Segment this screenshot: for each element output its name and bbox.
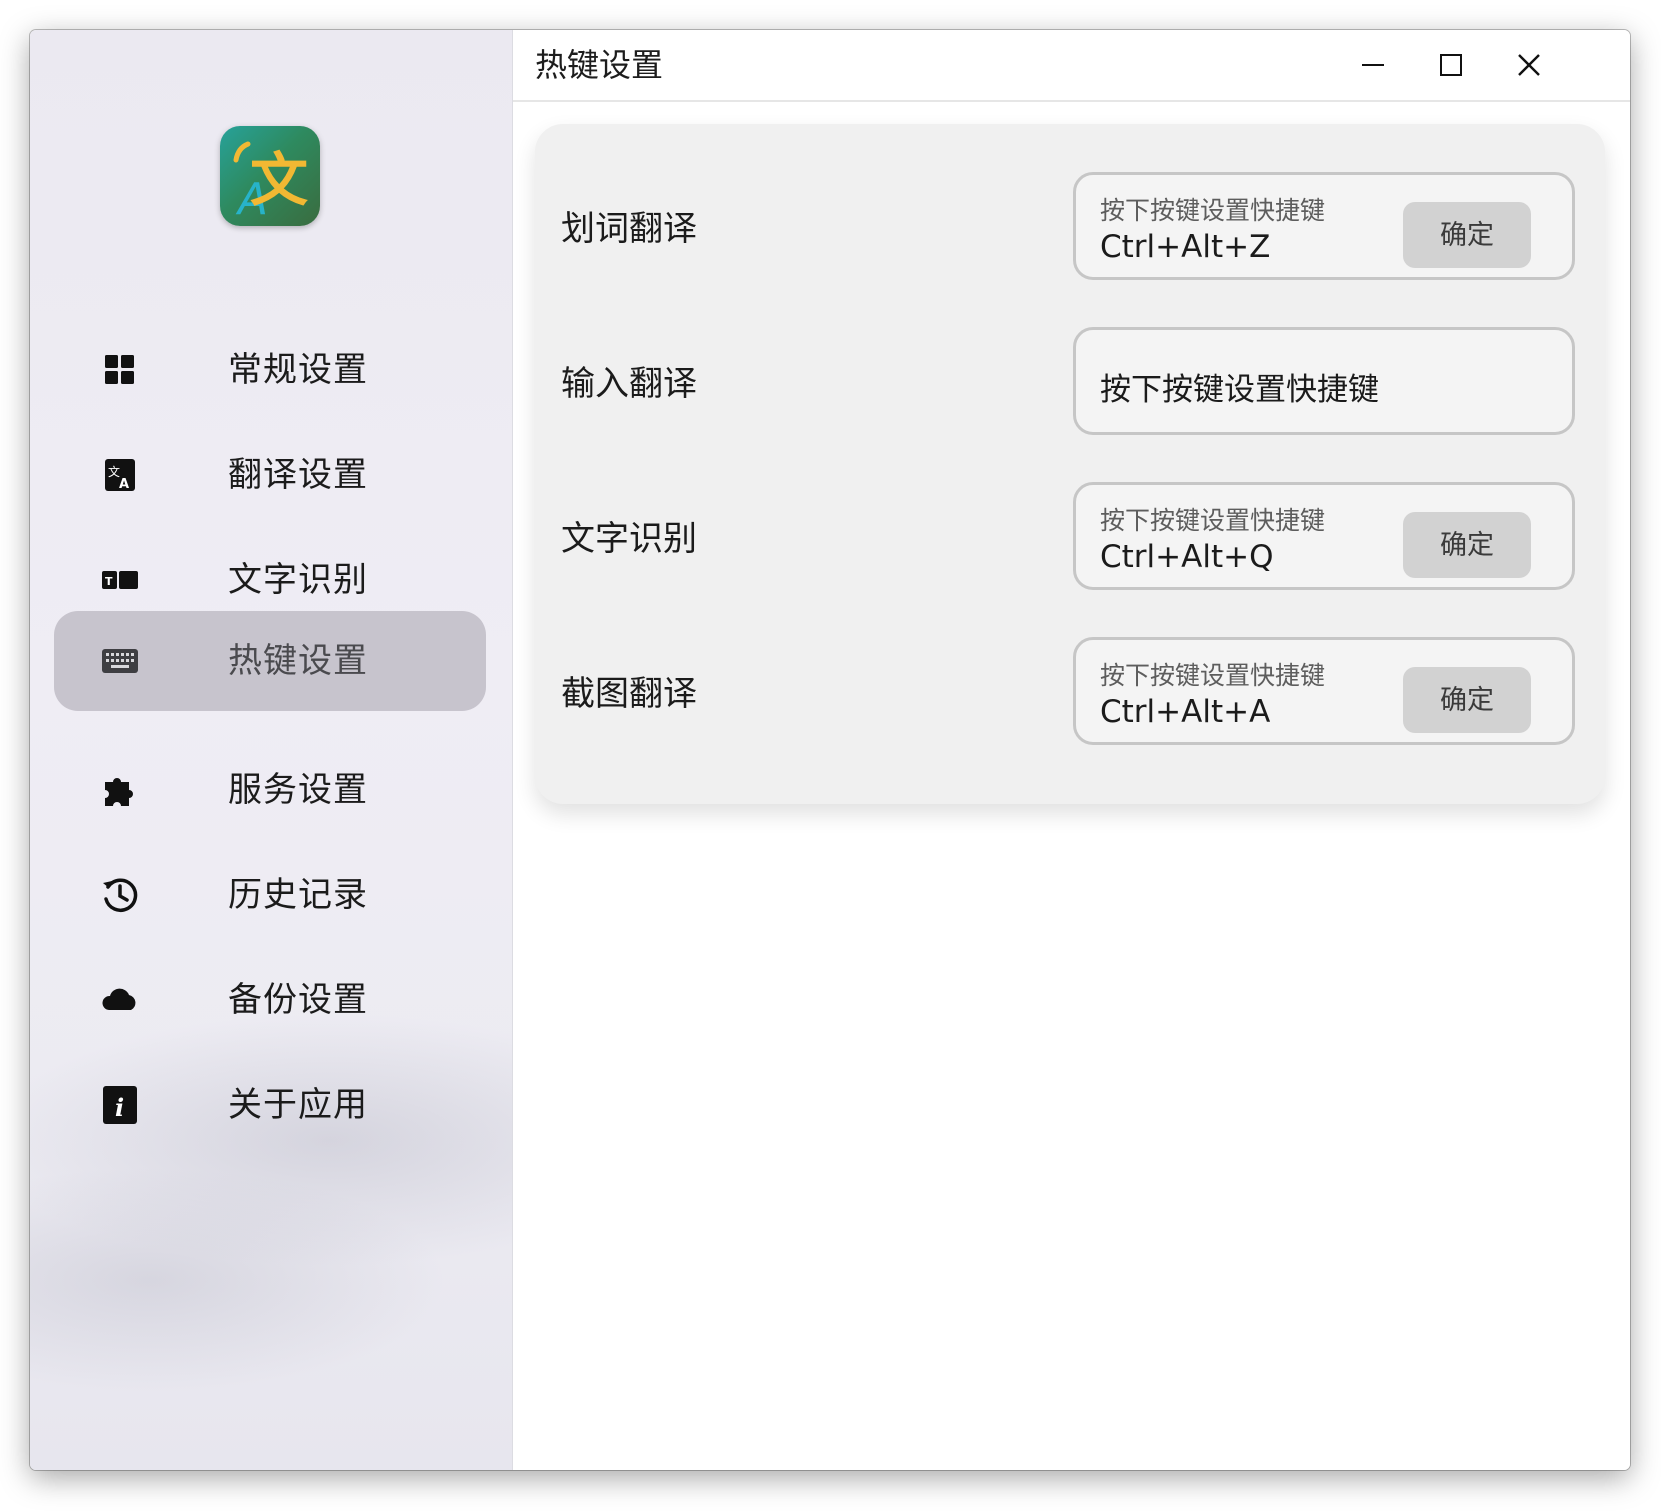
sidebar-item-hotkey[interactable]: 热键设置 [54, 611, 486, 711]
sidebar-item-general[interactable]: 常规设置 [54, 320, 486, 420]
hotkey-row-input-translate: 输入翻译 按下按键设置快捷键 [535, 327, 1605, 441]
hotkey-row-ocr: 文字识别 按下按键设置快捷键 Ctrl+Alt+Q 确定 [535, 482, 1605, 596]
hotkey-input-placeholder: 按下按键设置快捷键 [1100, 661, 1326, 690]
close-icon [1518, 54, 1540, 76]
svg-text:A: A [119, 477, 129, 492]
maximize-button[interactable] [1423, 40, 1479, 90]
confirm-button[interactable]: 确定 [1403, 202, 1531, 268]
hotkey-row-selection-translate: 划词翻译 按下按键设置快捷键 Ctrl+Alt+Z 确定 [535, 172, 1605, 286]
close-button[interactable] [1501, 40, 1557, 90]
sidebar-item-translate[interactable]: 文 A 翻译设置 [54, 425, 486, 525]
sidebar-item-about[interactable]: i 关于应用 [54, 1055, 486, 1155]
hotkey-label: 划词翻译 [561, 209, 697, 249]
sidebar-item-label: 服务设置 [228, 770, 368, 810]
hotkey-input-screenshot-translate[interactable]: 按下按键设置快捷键 Ctrl+Alt+A 确定 [1073, 637, 1575, 745]
puzzle-icon [100, 770, 140, 810]
hotkey-row-screenshot-translate: 截图翻译 按下按键设置快捷键 Ctrl+Alt+A 确定 [535, 637, 1605, 751]
sidebar-item-history[interactable]: 历史记录 [54, 845, 486, 945]
sidebar-item-label: 热键设置 [228, 641, 368, 681]
sidebar: A 文 常规设置 文 A 翻译设置 T 文字识别 热键设置 服务设置 历史记录 … [30, 30, 513, 1470]
hotkey-input-placeholder: 按下按键设置快捷键 [1100, 196, 1326, 225]
hotkey-input-selection-translate[interactable]: 按下按键设置快捷键 Ctrl+Alt+Z 确定 [1073, 172, 1575, 280]
hotkey-input-value: Ctrl+Alt+Z [1100, 229, 1271, 265]
sidebar-item-label: 关于应用 [228, 1085, 368, 1125]
ocr-icon: T [100, 560, 140, 600]
hotkey-label: 文字识别 [561, 519, 697, 559]
hotkey-input-input-translate[interactable]: 按下按键设置快捷键 [1073, 327, 1575, 435]
confirm-button[interactable]: 确定 [1403, 512, 1531, 578]
main-panel: 热键设置 划词翻译 按下按键设置快捷键 Ctrl+Alt+Z 确定 输入翻译 按… [513, 30, 1630, 1470]
cloud-icon [100, 980, 140, 1020]
hotkey-input-ocr[interactable]: 按下按键设置快捷键 Ctrl+Alt+Q 确定 [1073, 482, 1575, 590]
maximize-icon [1440, 54, 1462, 76]
sidebar-item-label: 备份设置 [228, 980, 368, 1020]
confirm-button[interactable]: 确定 [1403, 667, 1531, 733]
grid-icon [100, 350, 140, 390]
history-icon [100, 875, 140, 915]
sidebar-item-backup[interactable]: 备份设置 [54, 950, 486, 1050]
sidebar-item-label: 文字识别 [228, 560, 368, 600]
app-logo-icon: A 文 [233, 141, 308, 225]
minimize-button[interactable] [1345, 40, 1401, 90]
sidebar-item-label: 常规设置 [228, 350, 368, 390]
keyboard-icon [100, 641, 140, 681]
titlebar: 热键设置 [513, 30, 1630, 102]
translate-icon: 文 A [100, 455, 140, 495]
minimize-icon [1362, 64, 1384, 66]
app-window: A 文 常规设置 文 A 翻译设置 T 文字识别 热键设置 服务设置 历史记录 … [30, 30, 1630, 1470]
svg-text:T: T [105, 575, 113, 588]
sidebar-item-label: 历史记录 [228, 875, 368, 915]
hotkey-settings-card: 划词翻译 按下按键设置快捷键 Ctrl+Alt+Z 确定 输入翻译 按下按键设置… [535, 124, 1605, 804]
sidebar-item-service[interactable]: 服务设置 [54, 740, 486, 840]
page-title: 热键设置 [535, 46, 664, 84]
sidebar-item-label: 翻译设置 [228, 455, 368, 495]
hotkey-input-placeholder: 按下按键设置快捷键 [1100, 372, 1379, 408]
hotkey-label: 输入翻译 [561, 364, 697, 404]
hotkey-input-placeholder: 按下按键设置快捷键 [1100, 506, 1326, 535]
hotkey-input-value: Ctrl+Alt+Q [1100, 539, 1274, 575]
logo-letter-wen: 文 [250, 146, 308, 214]
hotkey-input-value: Ctrl+Alt+A [1100, 694, 1271, 730]
app-logo: A 文 [220, 126, 320, 226]
hotkey-label: 截图翻译 [561, 674, 697, 714]
info-icon: i [100, 1085, 140, 1125]
svg-text:i: i [115, 1093, 124, 1122]
